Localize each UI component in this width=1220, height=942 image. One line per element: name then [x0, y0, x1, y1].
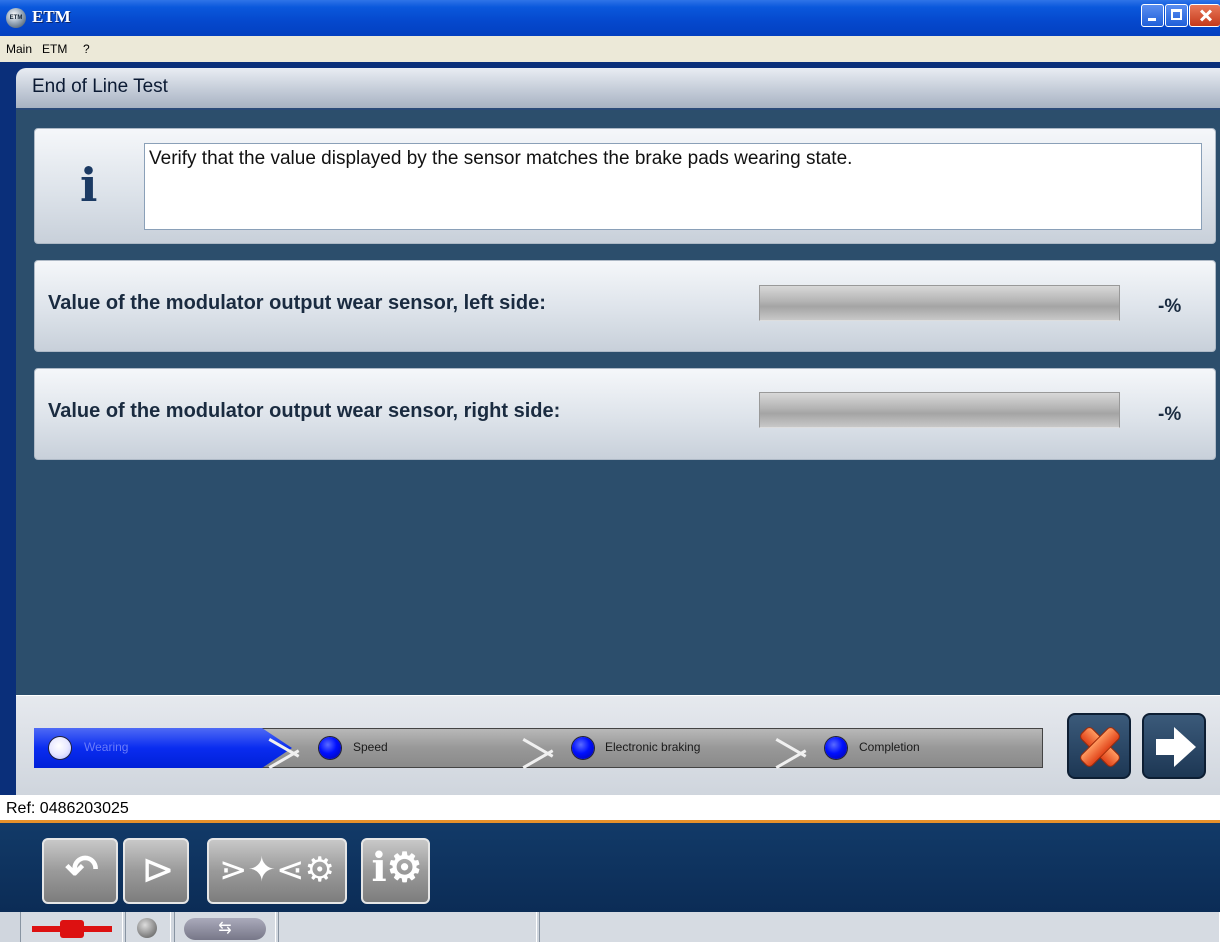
minimize-button[interactable]: [1141, 4, 1164, 27]
step-label-electronic-braking: Electronic braking: [605, 740, 701, 754]
step-label-completion: Completion: [859, 740, 920, 754]
title-bar: ETM ETM: [0, 0, 1220, 36]
step-separator: [520, 728, 556, 768]
page-title: End of Line Test: [32, 76, 168, 97]
wear-gauge-left: [759, 285, 1120, 321]
step-label-speed: Speed: [353, 740, 388, 754]
menu-etm[interactable]: ETM: [42, 42, 67, 56]
wear-value-left: -%: [1158, 296, 1182, 317]
arrow-right-icon: [1156, 739, 1176, 755]
page-header: End of Line Test: [16, 68, 1220, 110]
wear-gauge-right: [759, 392, 1120, 428]
step-separator: [773, 728, 809, 768]
module-info-button[interactable]: i⚙: [361, 838, 430, 904]
sensor-label-right: Value of the modulator output wear senso…: [48, 400, 561, 422]
info-icon: i: [80, 158, 98, 212]
step-separator: [266, 728, 302, 768]
app-icon: ETM: [6, 8, 26, 28]
cancel-button[interactable]: [1067, 713, 1131, 779]
plug-icon: ⊳: [141, 848, 175, 892]
menu-bar: Main ETM ?: [0, 36, 1220, 62]
undo-button[interactable]: ↶: [42, 838, 118, 904]
disconnected-plug-icon: [32, 918, 112, 940]
step-indicator-completion: [825, 737, 847, 759]
connector-module-icon: ⋗✦⋖⚙: [219, 851, 335, 889]
undo-arrow-icon: ↶: [65, 848, 99, 892]
connect-module-button[interactable]: ⋗✦⋖⚙: [207, 838, 347, 904]
step-indicator-speed: [319, 737, 341, 759]
usb-icon: ⇆: [184, 918, 266, 940]
plug-test-button[interactable]: ⊳: [123, 838, 189, 904]
step-indicator-electronic-braking: [572, 737, 594, 759]
status-cell-empty: [278, 912, 537, 942]
status-cell-empty: [539, 912, 1220, 942]
instruction-text: Verify that the value displayed by the s…: [144, 143, 1202, 230]
menu-main[interactable]: Main: [6, 42, 32, 56]
step-active-highlight: [34, 728, 292, 768]
step-indicator-wearing: [49, 737, 71, 759]
step-label-wearing: Wearing: [84, 740, 129, 754]
close-window-button[interactable]: [1189, 4, 1220, 27]
sensor-label-left: Value of the modulator output wear senso…: [48, 292, 546, 314]
reference-strip: Ref: 0486203025: [0, 795, 1220, 823]
wear-value-right: -%: [1158, 404, 1182, 425]
next-button[interactable]: [1142, 713, 1206, 779]
menu-help[interactable]: ?: [83, 42, 90, 56]
window-title: ETM: [32, 7, 71, 26]
info-module-icon: i⚙: [371, 844, 423, 891]
reference-number: Ref: 0486203025: [6, 800, 129, 817]
status-led-icon: [137, 918, 157, 938]
maximize-button[interactable]: [1165, 4, 1188, 27]
